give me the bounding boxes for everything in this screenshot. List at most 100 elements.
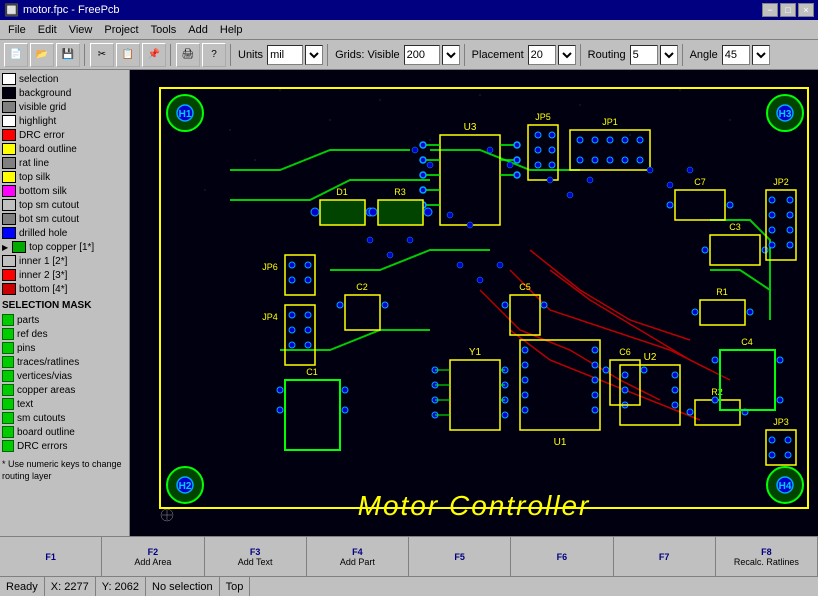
layer-name-text: drilled hole <box>19 228 67 239</box>
layer-name-text: bottom [4*] <box>19 284 67 295</box>
mask-item[interactable]: sm cutouts <box>2 411 127 425</box>
mask-item[interactable]: parts <box>2 313 127 327</box>
mask-item[interactable]: vertices/vias <box>2 369 127 383</box>
minimize-button[interactable]: − <box>762 3 778 17</box>
layer-item-14[interactable]: inner 2 [3*] <box>2 268 127 282</box>
mask-checkbox[interactable] <box>2 426 14 438</box>
sep6 <box>580 44 582 66</box>
mask-checkbox[interactable] <box>2 314 14 326</box>
mask-item[interactable]: traces/ratlines <box>2 355 127 369</box>
cut-button[interactable]: ✂ <box>90 43 114 67</box>
mask-item-label: ref des <box>17 329 48 340</box>
layer-item-5[interactable]: board outline <box>2 142 127 156</box>
mask-checkbox[interactable] <box>2 356 14 368</box>
layer-name-text: background <box>19 88 71 99</box>
mask-checkbox[interactable] <box>2 328 14 340</box>
mask-item[interactable]: DRC errors <box>2 439 127 453</box>
svg-text:R2: R2 <box>711 387 723 397</box>
layer-item-1[interactable]: background <box>2 86 127 100</box>
mask-checkbox[interactable] <box>2 412 14 424</box>
mask-checkbox[interactable] <box>2 440 14 452</box>
mask-checkbox[interactable] <box>2 384 14 396</box>
layer-name-text: inner 1 [2*] <box>19 256 67 267</box>
open-button[interactable]: 📂 <box>30 43 54 67</box>
routing-input[interactable] <box>630 45 658 65</box>
layer-item-4[interactable]: DRC error <box>2 128 127 142</box>
layer-item-0[interactable]: selection <box>2 72 127 86</box>
mask-checkbox[interactable] <box>2 398 14 410</box>
new-button[interactable]: 📄 <box>4 43 28 67</box>
layer-color-box <box>2 227 16 239</box>
layer-item-10[interactable]: bot sm cutout <box>2 212 127 226</box>
mask-item[interactable]: board outline <box>2 425 127 439</box>
layer-name-text: top sm cutout <box>19 200 79 211</box>
grids-dropdown[interactable]: ▼ <box>442 45 460 65</box>
units-input[interactable] <box>267 45 303 65</box>
fkey-f2[interactable]: F2Add Area <box>102 537 204 576</box>
menu-item-project[interactable]: Project <box>98 23 144 37</box>
fkey-f1[interactable]: F1 <box>0 537 102 576</box>
layer-item-6[interactable]: rat line <box>2 156 127 170</box>
svg-text:JP2: JP2 <box>773 177 789 187</box>
menu-item-add[interactable]: Add <box>182 23 214 37</box>
paste-button[interactable]: 📌 <box>142 43 166 67</box>
placement-label: Placement <box>470 49 526 61</box>
placement-dropdown[interactable]: ▼ <box>558 45 576 65</box>
layer-item-3[interactable]: highlight <box>2 114 127 128</box>
layer-item-9[interactable]: top sm cutout <box>2 198 127 212</box>
angle-dropdown[interactable]: ▼ <box>752 45 770 65</box>
print-button[interactable]: 🖨 <box>176 43 200 67</box>
mask-item-label: DRC errors <box>17 441 68 452</box>
save-button[interactable]: 💾 <box>56 43 80 67</box>
svg-text:JP6: JP6 <box>262 262 278 272</box>
layer-item-15[interactable]: bottom [4*] <box>2 282 127 296</box>
help-button[interactable]: ? <box>202 43 226 67</box>
status-ready: Ready <box>0 577 45 596</box>
mask-item[interactable]: ref des <box>2 327 127 341</box>
layer-name-text: bot sm cutout <box>19 214 79 225</box>
fkey-f7[interactable]: F7 <box>614 537 716 576</box>
svg-text:C4: C4 <box>741 337 753 347</box>
angle-input[interactable] <box>722 45 750 65</box>
fkey-f6[interactable]: F6 <box>511 537 613 576</box>
pcb-canvas[interactable]: H1 H2 H3 H4 <box>130 70 818 536</box>
menu-item-help[interactable]: Help <box>214 23 249 37</box>
fkey-f3[interactable]: F3Add Text <box>205 537 307 576</box>
layer-item-2[interactable]: visible grid <box>2 100 127 114</box>
menu-item-tools[interactable]: Tools <box>145 23 183 37</box>
fkey-label: F5 <box>454 552 465 562</box>
routing-dropdown[interactable]: ▼ <box>660 45 678 65</box>
menu-item-edit[interactable]: Edit <box>32 23 63 37</box>
copy-button[interactable]: 📋 <box>116 43 140 67</box>
svg-text:C3: C3 <box>729 222 741 232</box>
close-button[interactable]: × <box>798 3 814 17</box>
titlebar: 🔲 motor.fpc - FreePcb − □ × <box>0 0 818 20</box>
mask-item-label: text <box>17 399 33 410</box>
layer-item-7[interactable]: top silk <box>2 170 127 184</box>
mask-item[interactable]: text <box>2 397 127 411</box>
layer-item-11[interactable]: drilled hole <box>2 226 127 240</box>
svg-text:D1: D1 <box>336 187 348 197</box>
mask-checkbox[interactable] <box>2 342 14 354</box>
pcb-svg: H1 H2 H3 H4 <box>130 70 818 536</box>
units-dropdown[interactable]: ▼ <box>305 45 323 65</box>
svg-text:C6: C6 <box>619 347 631 357</box>
fkey-label: F8 <box>761 547 772 557</box>
active-layer-arrow: ▶ <box>2 243 8 252</box>
placement-input[interactable] <box>528 45 556 65</box>
layer-item-13[interactable]: inner 1 [2*] <box>2 254 127 268</box>
mask-item[interactable]: pins <box>2 341 127 355</box>
layer-item-8[interactable]: bottom silk <box>2 184 127 198</box>
fkey-f4[interactable]: F4Add Part <box>307 537 409 576</box>
mask-item[interactable]: copper areas <box>2 383 127 397</box>
sep1 <box>84 44 86 66</box>
fkey-f5[interactable]: F5 <box>409 537 511 576</box>
grids-input[interactable] <box>404 45 440 65</box>
fkey-f8[interactable]: F8Recalc. Ratlines <box>716 537 818 576</box>
layer-item-12[interactable]: ▶top copper [1*] <box>2 240 127 254</box>
maximize-button[interactable]: □ <box>780 3 796 17</box>
menu-item-file[interactable]: File <box>2 23 32 37</box>
status-selection: No selection <box>146 577 220 596</box>
mask-checkbox[interactable] <box>2 370 14 382</box>
menu-item-view[interactable]: View <box>63 23 99 37</box>
